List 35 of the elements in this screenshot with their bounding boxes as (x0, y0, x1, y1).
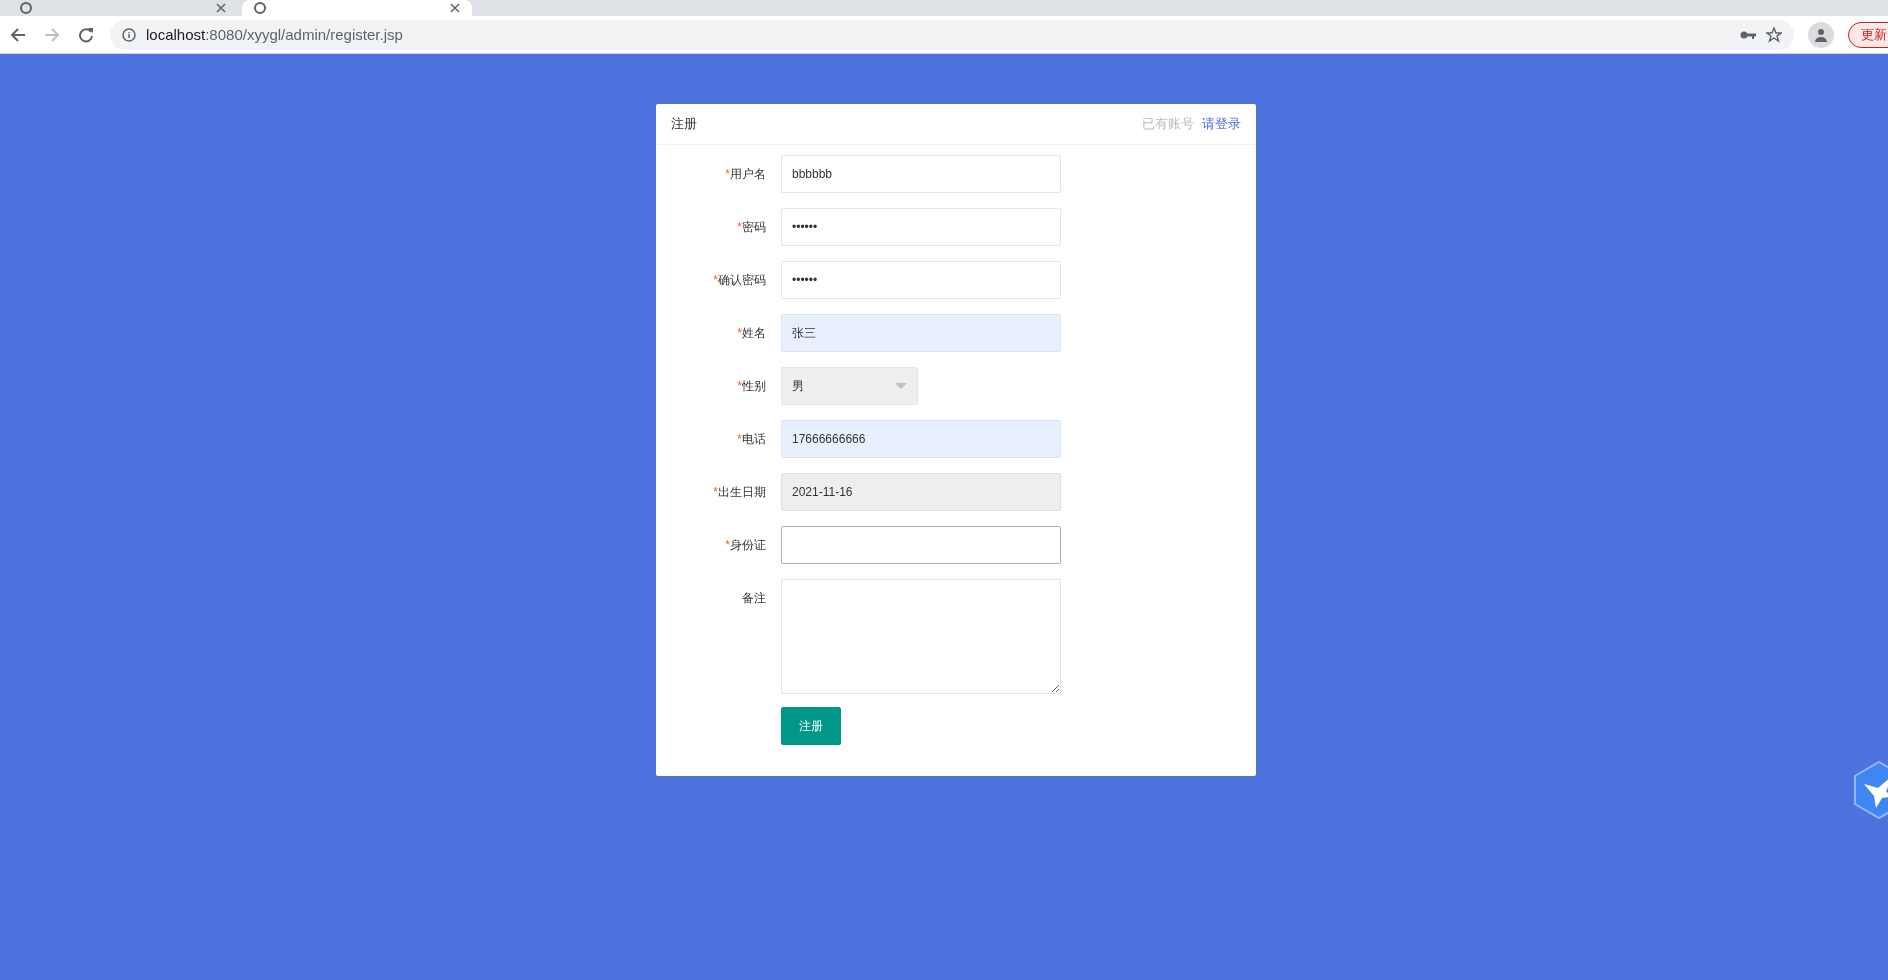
globe-icon (20, 2, 32, 14)
field-label: *电话 (736, 431, 767, 448)
field-label: *性别 (736, 378, 767, 395)
field-label: *密码 (736, 219, 767, 236)
browser-tab[interactable] (242, 0, 472, 16)
card-title: 注册 (671, 115, 697, 133)
close-icon (216, 3, 226, 13)
globe-icon (254, 2, 266, 14)
info-icon (122, 27, 136, 42)
register-button[interactable]: 注册 (781, 707, 841, 745)
field-label: *身份证 (724, 537, 767, 554)
star-icon (1766, 26, 1782, 43)
login-prompt: 已有账号 (1142, 116, 1194, 131)
text-field[interactable]: 2021-11-16 (781, 473, 1061, 511)
textarea-field[interactable] (781, 579, 1061, 694)
field-label: *确认密码 (712, 272, 767, 289)
select-field[interactable]: 男 (781, 367, 918, 405)
key-icon (1740, 29, 1756, 40)
close-icon (450, 3, 460, 13)
url-text: localhost:8080/xyygl/admin/register.jsp (146, 26, 403, 43)
text-field[interactable]: •••••• (781, 208, 1061, 246)
caret-icon (895, 383, 907, 389)
field-label: *姓名 (736, 325, 767, 342)
text-field[interactable]: 张三 (781, 314, 1061, 352)
field-label: 备注 (741, 590, 767, 607)
text-field[interactable] (781, 526, 1061, 564)
text-field[interactable]: bbbbbb (781, 155, 1061, 193)
field-label: *出生日期 (712, 484, 767, 501)
login-link[interactable]: 请登录 (1202, 116, 1241, 131)
text-field[interactable]: •••••• (781, 261, 1061, 299)
update-button[interactable]: 更新 (1848, 21, 1888, 48)
text-field[interactable]: 17666666666 (781, 420, 1061, 458)
profile-avatar[interactable] (1808, 21, 1834, 48)
field-label: *用户名 (724, 166, 767, 183)
address-bar[interactable]: localhost:8080/xyygl/admin/register.jsp (110, 19, 1794, 50)
